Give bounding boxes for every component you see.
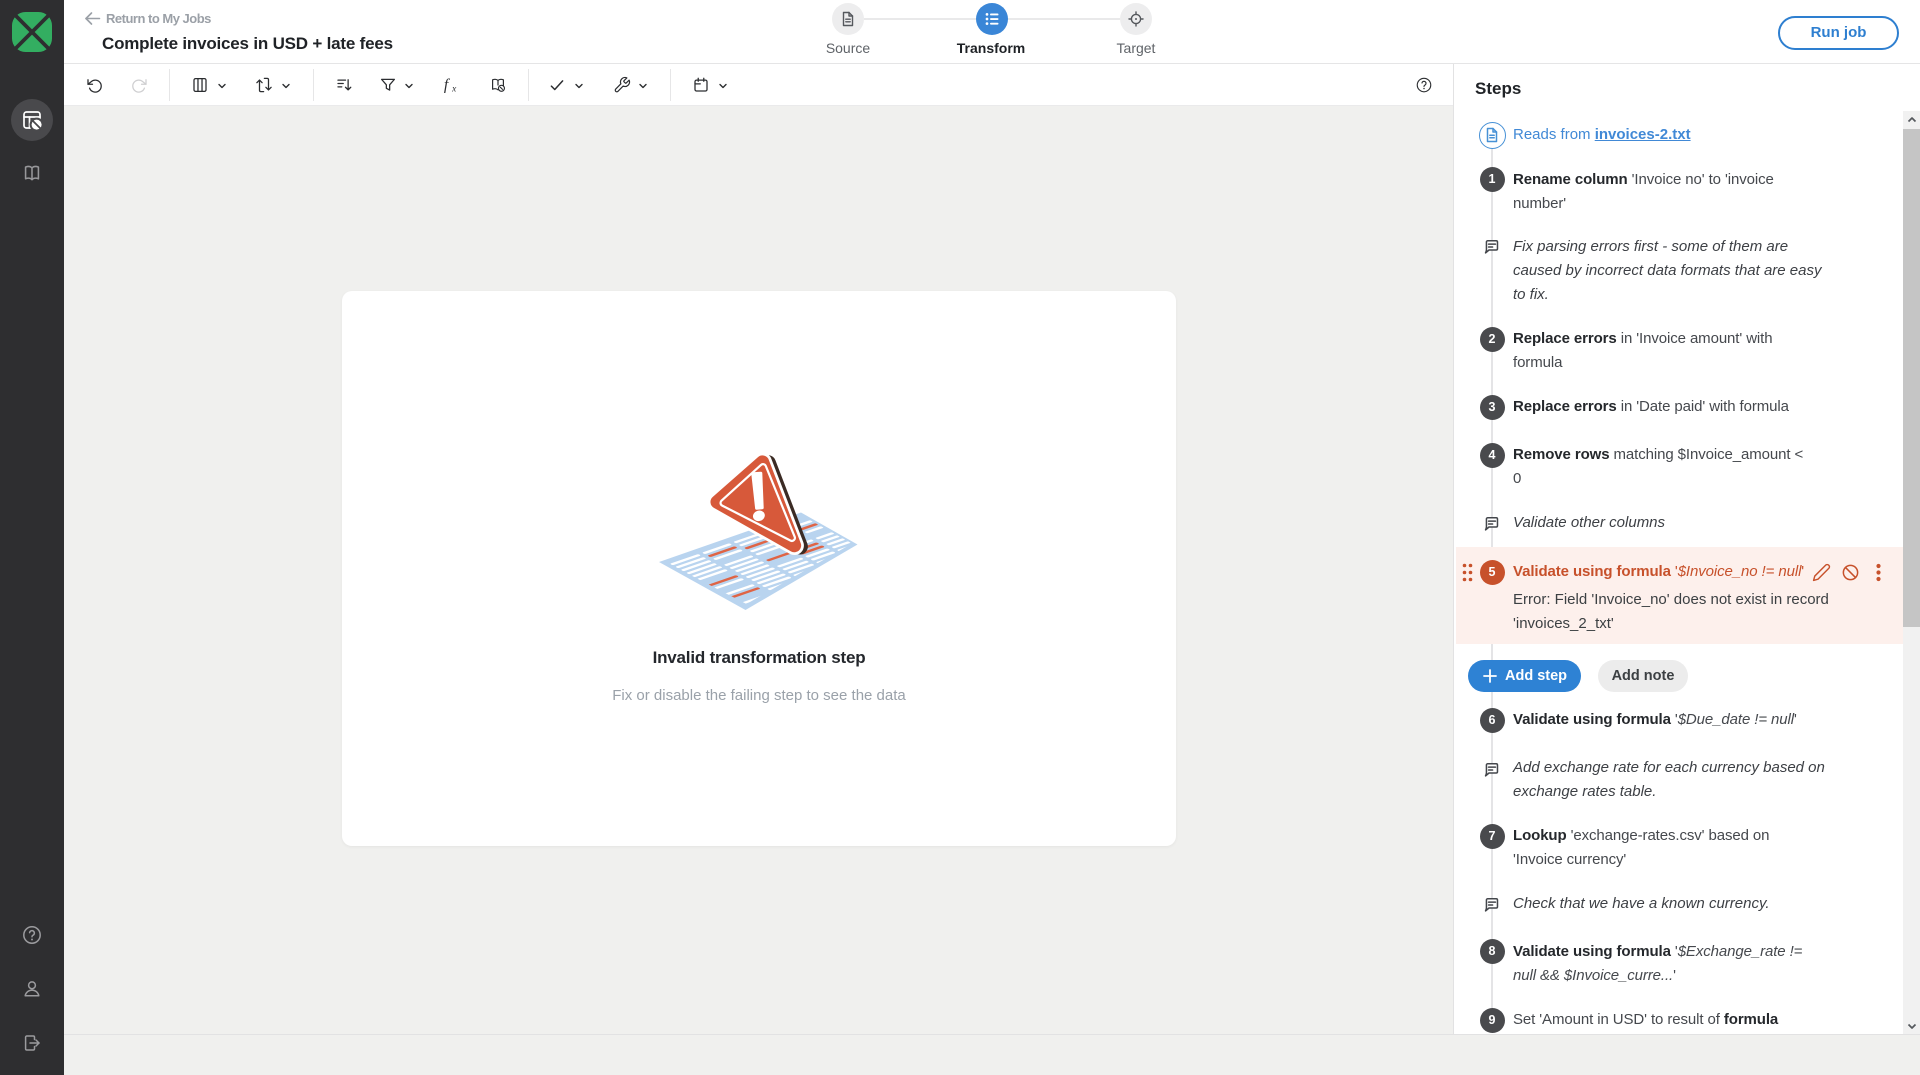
svg-text:x: x xyxy=(451,84,457,94)
svg-text:f: f xyxy=(444,77,451,94)
